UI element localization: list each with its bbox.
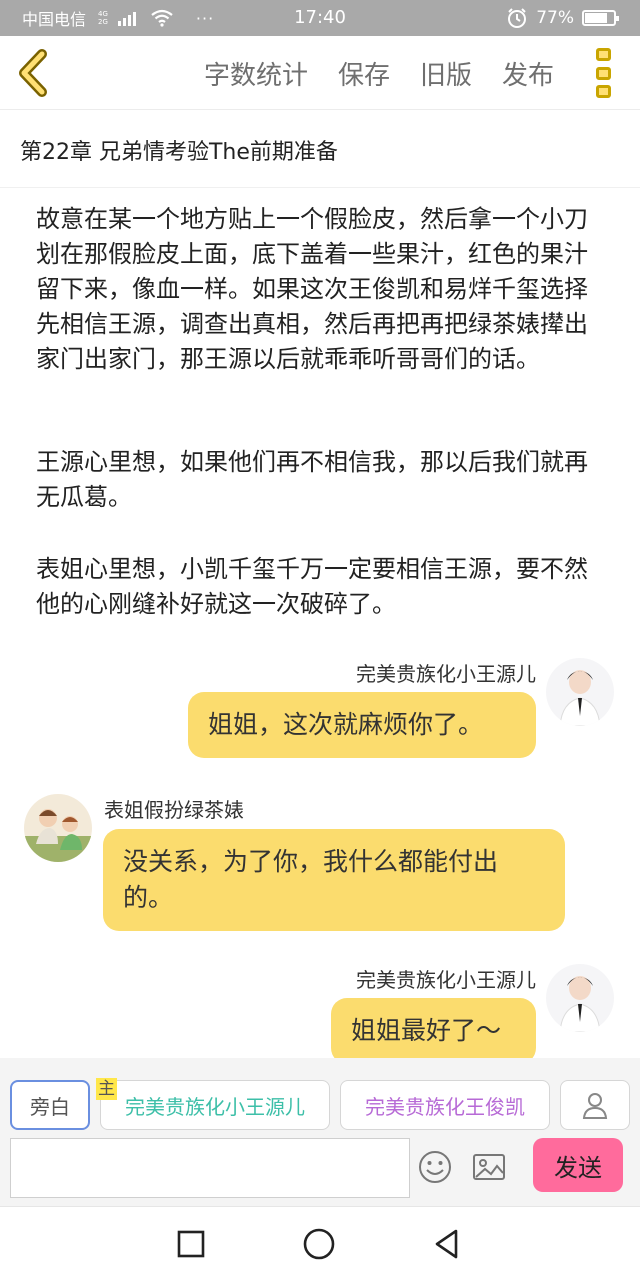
avatar[interactable] xyxy=(24,794,92,862)
chapter-header: 第22章 兄弟情考验The前期准备 xyxy=(0,110,640,188)
role-button-wang-junkai[interactable]: 完美贵族化王俊凯 xyxy=(340,1080,550,1130)
signal-icon xyxy=(117,10,136,26)
old-version-button[interactable]: 旧版 xyxy=(420,55,472,92)
back-arrow-icon xyxy=(19,49,47,97)
circle-icon xyxy=(303,1228,335,1260)
chat-bubble[interactable]: 姐姐最好了～ xyxy=(331,998,536,1058)
network-bottom: 2G xyxy=(98,18,108,26)
status-bar: 中国电信 4G 2G ··· 17:40 77% xyxy=(0,0,640,36)
narration-paragraph[interactable]: 王源心里想，如果他们再不相信我，那以后我们就再无瓜葛。 xyxy=(36,445,610,515)
battery-percent: 77% xyxy=(536,8,574,28)
menu-dot-icon xyxy=(596,66,611,80)
publish-button[interactable]: 发布 xyxy=(502,55,554,92)
network-top: 4G xyxy=(98,10,108,18)
speaker-name: 完美贵族化小王源儿 xyxy=(356,662,536,686)
boy-avatar-icon xyxy=(546,658,614,726)
main-role-badge: 主 xyxy=(96,1078,117,1100)
smiley-icon xyxy=(419,1151,451,1183)
square-icon xyxy=(177,1230,205,1258)
home-button[interactable] xyxy=(302,1227,336,1261)
word-count-button[interactable]: 字数统计 xyxy=(204,55,308,92)
chapter-title[interactable]: 第22章 兄弟情考验The前期准备 xyxy=(20,134,338,166)
speaker-name: 表姐假扮绿茶婊 xyxy=(104,798,244,822)
network-type: 4G 2G xyxy=(98,10,108,26)
triangle-back-icon xyxy=(435,1229,458,1259)
navigation-bar xyxy=(0,1206,640,1280)
narration-paragraph[interactable]: 故意在某一个地方贴上一个假脸皮，然后拿一个小刀划在那假脸皮上面，底下盖着一些果汁… xyxy=(36,202,610,377)
save-button[interactable]: 保存 xyxy=(338,55,390,92)
story-content[interactable]: 故意在某一个地方贴上一个假脸皮，然后拿一个小刀划在那假脸皮上面，底下盖着一些果汁… xyxy=(0,188,640,1058)
illustration-avatar-icon xyxy=(24,794,92,862)
back-nav-button[interactable] xyxy=(430,1227,464,1261)
image-button[interactable] xyxy=(472,1152,506,1182)
avatar[interactable] xyxy=(546,964,614,1032)
more-notifications-icon: ··· xyxy=(195,8,215,28)
narration-role-button[interactable]: 旁白 xyxy=(10,1080,90,1130)
message-input[interactable] xyxy=(10,1138,410,1198)
battery-level xyxy=(585,13,607,23)
manage-roles-button[interactable] xyxy=(560,1080,630,1130)
composer-panel: 旁白 完美贵族化小王源儿 主 完美贵族化王俊凯 发送 xyxy=(0,1058,640,1206)
carrier-label: 中国电信 xyxy=(22,10,87,29)
wifi-icon xyxy=(151,9,173,27)
editor-toolbar: 字数统计 保存 旧版 发布 xyxy=(0,36,640,110)
user-icon xyxy=(582,1093,608,1119)
recents-button[interactable] xyxy=(174,1227,208,1261)
more-menu-button[interactable] xyxy=(596,48,616,98)
back-button[interactable] xyxy=(14,48,54,98)
image-icon xyxy=(473,1154,505,1180)
chat-bubble[interactable]: 没关系，为了你，我什么都能付出的。 xyxy=(103,829,565,931)
avatar[interactable] xyxy=(546,658,614,726)
menu-dot-icon xyxy=(596,48,611,61)
emoji-button[interactable] xyxy=(418,1150,452,1184)
boy-avatar-icon xyxy=(546,964,614,1032)
narration-paragraph[interactable]: 表姐心里想，小凯千玺千万一定要相信王源，要不然他的心刚缝补好就这一次破碎了。 xyxy=(36,552,610,622)
alarm-icon xyxy=(508,8,527,28)
speaker-name: 完美贵族化小王源儿 xyxy=(356,968,536,992)
battery-icon xyxy=(582,10,619,26)
chat-bubble[interactable]: 姐姐，这次就麻烦你了。 xyxy=(188,692,536,758)
role-button-wang-yuan[interactable]: 完美贵族化小王源儿 xyxy=(100,1080,330,1130)
menu-dot-icon xyxy=(596,85,611,98)
send-button[interactable]: 发送 xyxy=(533,1138,623,1192)
